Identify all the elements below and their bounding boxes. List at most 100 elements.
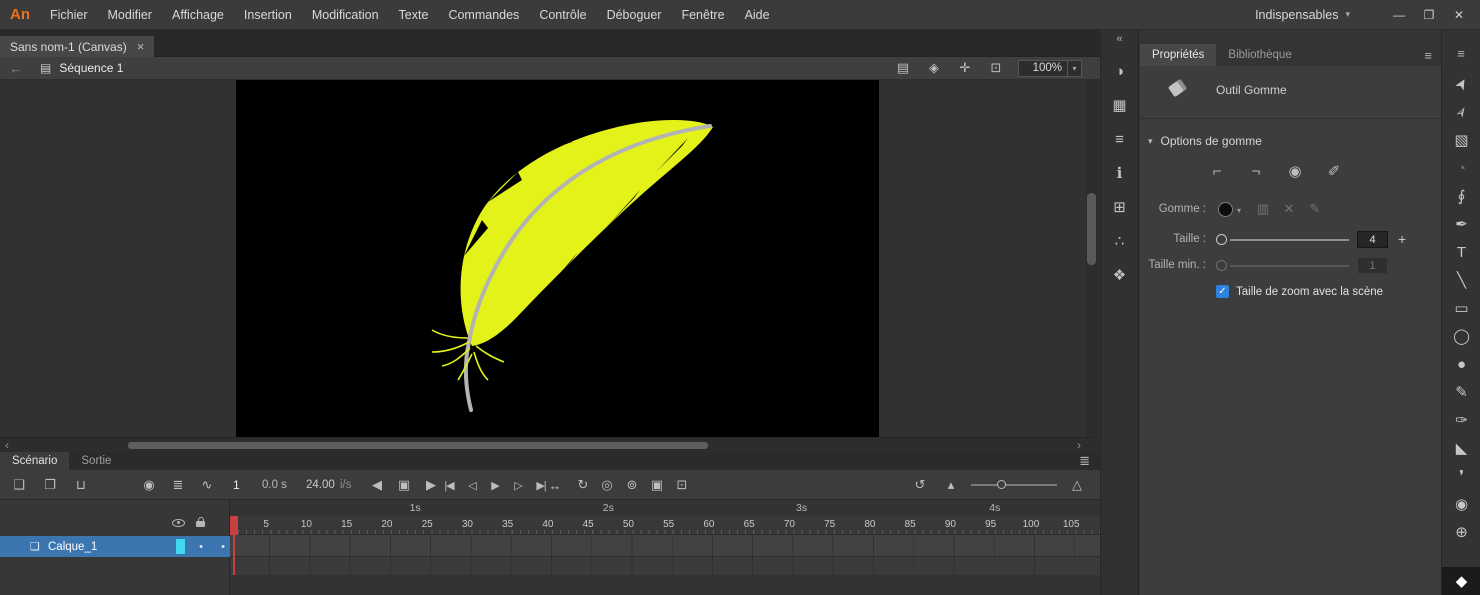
panel-menu-icon[interactable]: ≣ bbox=[1079, 453, 1090, 469]
maximize-button[interactable]: ❐ bbox=[1414, 1, 1444, 29]
delete-layer-icon[interactable]: ⊔ bbox=[70, 475, 92, 495]
gradient-transform-tool[interactable]: ◔ bbox=[1442, 154, 1480, 182]
ruler-frames[interactable]: 1510152025303540455055606570758085909510… bbox=[230, 516, 1100, 535]
minimize-button[interactable]: — bbox=[1384, 1, 1414, 29]
shorten-frames-icon[interactable]: ▴ bbox=[940, 475, 962, 495]
manage-brush-icon[interactable]: ▥ bbox=[1252, 199, 1274, 219]
pen-tool[interactable]: ✒ bbox=[1442, 210, 1480, 238]
graph-editor-icon[interactable]: ∿ bbox=[196, 475, 218, 495]
menu-commandes[interactable]: Commandes bbox=[438, 0, 529, 30]
zoom-tool[interactable]: ⊕ bbox=[1442, 518, 1480, 546]
edit-symbols-icon[interactable]: ◈ bbox=[925, 58, 943, 78]
menu-controle[interactable]: Contrôle bbox=[529, 0, 596, 30]
menu-modifier[interactable]: Modifier bbox=[98, 0, 162, 30]
eraser-shape-preview[interactable] bbox=[1218, 202, 1233, 217]
size-slider-track[interactable] bbox=[1230, 239, 1349, 241]
tab-scenario[interactable]: Scénario bbox=[0, 452, 70, 470]
min-size-value-field[interactable]: 1 bbox=[1357, 257, 1388, 274]
close-button[interactable]: ✕ bbox=[1444, 1, 1474, 29]
layer-lock-dot[interactable]: • bbox=[218, 536, 228, 557]
layer-depth-icon[interactable]: ≣ bbox=[167, 475, 189, 495]
classic-brush-tool[interactable]: ✑ bbox=[1442, 406, 1480, 434]
menu-fenetre[interactable]: Fenêtre bbox=[671, 0, 734, 30]
min-size-slider-track[interactable] bbox=[1230, 265, 1349, 267]
onion-skin-icon[interactable]: ◎ bbox=[596, 475, 618, 495]
add-camera-icon[interactable]: ◉ bbox=[138, 475, 160, 495]
layer-color-swatch[interactable] bbox=[176, 539, 185, 554]
loop-icon[interactable]: ↻ bbox=[572, 475, 594, 495]
center-stage-icon[interactable]: ✛ bbox=[956, 58, 974, 78]
insert-frames-icon[interactable]: ↔ bbox=[544, 475, 566, 495]
workspace-switcher[interactable]: Indispensables ▾ bbox=[1255, 8, 1350, 22]
faucet-icon[interactable]: ⌐ bbox=[1204, 158, 1230, 184]
tools-menu-icon[interactable]: ≡ bbox=[1442, 46, 1480, 61]
erase-selected-icon[interactable]: ✐ bbox=[1321, 158, 1347, 184]
tab-bibliotheque[interactable]: Bibliothèque bbox=[1216, 44, 1303, 66]
document-tab[interactable]: Sans nom-1 (Canvas) × bbox=[0, 36, 155, 57]
increase-size-icon[interactable]: + bbox=[1398, 231, 1406, 247]
transform-panel-icon[interactable]: ⊞ bbox=[1101, 190, 1138, 224]
menu-deboguer[interactable]: Déboguer bbox=[597, 0, 672, 30]
close-tab-icon[interactable]: × bbox=[137, 39, 145, 54]
tab-sortie[interactable]: Sortie bbox=[69, 452, 123, 470]
tab-proprietes[interactable]: Propriétés bbox=[1140, 44, 1217, 66]
step-back-icon[interactable]: ◀ bbox=[366, 475, 388, 495]
oval-tool[interactable]: ◯ bbox=[1442, 322, 1480, 350]
code-snippets-panel-icon[interactable]: ∴ bbox=[1101, 224, 1138, 258]
erase-fills-icon[interactable]: ¬ bbox=[1243, 158, 1269, 184]
panel-menu-icon[interactable]: ≡ bbox=[1424, 48, 1432, 63]
erase-lines-icon[interactable]: ◉ bbox=[1282, 158, 1308, 184]
stage[interactable] bbox=[236, 80, 879, 437]
size-value-field[interactable]: 4 bbox=[1357, 231, 1388, 248]
go-first-frame-icon[interactable]: |◀ bbox=[438, 475, 460, 495]
swatches-panel-icon[interactable]: ▦ bbox=[1101, 88, 1138, 122]
eyedropper-tool[interactable]: ❜ bbox=[1442, 462, 1480, 490]
line-tool[interactable]: ╲ bbox=[1442, 266, 1480, 294]
eraser-tool[interactable]: ◆ bbox=[1442, 567, 1480, 595]
camera-tool[interactable]: ◉ bbox=[1442, 490, 1480, 518]
prev-frame-icon[interactable]: ◁ bbox=[461, 475, 483, 495]
new-layer-icon[interactable]: ❏ bbox=[8, 475, 30, 495]
frame-rate[interactable]: 24.00 i/s bbox=[306, 479, 351, 491]
vertical-scrollbar-thumb[interactable] bbox=[1087, 193, 1096, 265]
edit-brush-icon[interactable]: ✎ bbox=[1304, 199, 1326, 219]
edit-multiple-frames-icon[interactable]: ▣ bbox=[646, 475, 668, 495]
fit-timeline-icon[interactable]: △ bbox=[1066, 475, 1088, 495]
zoom-with-stage-checkbox[interactable]: ✓ bbox=[1216, 285, 1229, 298]
menu-fichier[interactable]: Fichier bbox=[40, 0, 98, 30]
fluid-brush-tool[interactable]: ● bbox=[1442, 350, 1480, 378]
chevron-down-icon[interactable]: ▾ bbox=[1237, 206, 1241, 215]
marker-range-icon[interactable]: ⊡ bbox=[671, 475, 693, 495]
timeline-zoom-slider[interactable] bbox=[971, 480, 1057, 489]
empty-frames-row[interactable] bbox=[230, 557, 1100, 575]
scroll-left-icon[interactable]: ‹ bbox=[0, 438, 14, 452]
lasso-tool[interactable]: ∮ bbox=[1442, 182, 1480, 210]
app-logo[interactable]: An bbox=[10, 6, 30, 23]
edit-scene-icon[interactable]: ▤ bbox=[894, 58, 912, 78]
onion-outline-icon[interactable]: ⊚ bbox=[621, 475, 643, 495]
menu-modification[interactable]: Modification bbox=[302, 0, 389, 30]
horizontal-scrollbar-thumb[interactable] bbox=[128, 442, 708, 449]
new-folder-icon[interactable]: ❐ bbox=[39, 475, 61, 495]
collapse-panels-icon[interactable]: « bbox=[1101, 33, 1138, 45]
delete-brush-icon[interactable]: ✕ bbox=[1278, 199, 1300, 219]
lock-icon[interactable] bbox=[196, 517, 205, 527]
eraser-options-section[interactable]: ▾ Options de gomme bbox=[1148, 134, 1262, 148]
chevron-down-icon[interactable]: ▾ bbox=[1067, 60, 1081, 76]
paint-bucket-tool[interactable]: ◣ bbox=[1442, 434, 1480, 462]
info-panel-icon[interactable]: ℹ bbox=[1101, 156, 1138, 190]
reset-timeline-zoom-icon[interactable]: ↺ bbox=[909, 475, 931, 495]
menu-affichage[interactable]: Affichage bbox=[162, 0, 234, 30]
back-arrow-icon[interactable]: ← bbox=[8, 61, 24, 76]
menu-aide[interactable]: Aide bbox=[735, 0, 780, 30]
current-frame-icon[interactable]: ▣ bbox=[393, 475, 415, 495]
zoom-select[interactable]: 100% ▾ bbox=[1018, 59, 1082, 77]
play-icon[interactable]: ▶ bbox=[484, 475, 506, 495]
rectangle-tool[interactable]: ▭ bbox=[1442, 294, 1480, 322]
layer-frames-row[interactable] bbox=[230, 535, 1100, 557]
min-size-slider-knob[interactable] bbox=[1216, 260, 1227, 271]
next-frame-icon[interactable]: ▷ bbox=[507, 475, 529, 495]
menu-insertion[interactable]: Insertion bbox=[234, 0, 302, 30]
scroll-right-icon[interactable]: › bbox=[1072, 438, 1086, 452]
horizontal-scrollbar[interactable]: ‹ › bbox=[0, 437, 1100, 452]
